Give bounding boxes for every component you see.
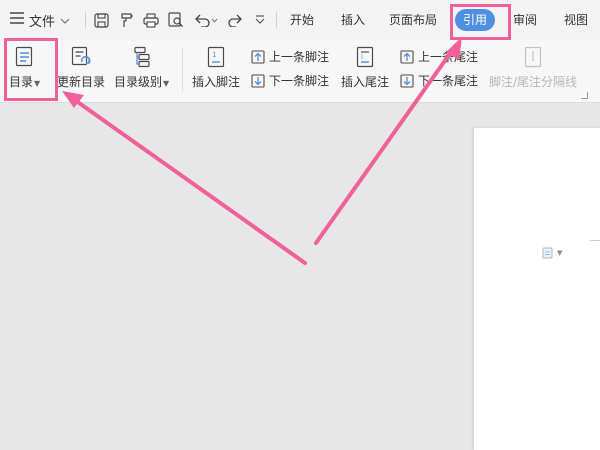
prev-footnote-button[interactable]: 上一条脚注 (251, 48, 329, 65)
undo-button[interactable] (193, 9, 219, 31)
prev-footnote-label: 上一条脚注 (269, 50, 330, 64)
tab-insert[interactable]: 插入 (341, 10, 365, 30)
footnote-separator-button[interactable]: 脚注/尾注分隔线 (489, 46, 577, 90)
insert-endnote-button[interactable]: i 插入尾注 (341, 46, 389, 90)
chevron-down-icon (60, 13, 70, 28)
svg-text:1: 1 (212, 51, 216, 59)
insert-footnote-button[interactable]: 1 插入脚注 (192, 46, 240, 90)
toc-level-icon (133, 46, 150, 68)
paste-options-button[interactable]: ▼ (542, 246, 562, 259)
ribbon-expand-icon[interactable] (581, 92, 588, 99)
toc-level-label: 目录级别 (114, 75, 163, 89)
footnote-separator-label: 脚注/尾注分隔线 (489, 75, 578, 89)
update-toc-label: 更新目录 (57, 75, 106, 89)
toc-level-button[interactable]: 目录级别▼ (114, 46, 169, 90)
svg-text:i: i (361, 53, 363, 61)
next-endnote-label: 下一条尾注 (418, 74, 479, 88)
highlight-references-tab-box (450, 4, 511, 40)
print-button[interactable] (141, 9, 161, 31)
insert-endnote-label: 插入尾注 (341, 75, 390, 89)
hamburger-icon (10, 12, 24, 28)
tab-view[interactable]: 视图 (564, 10, 588, 30)
format-painter-icon (120, 13, 133, 27)
app-window: 文件 开始 插入 页面布局 引用 审阅 视图 目录▼ 更新目录 目录级别▼ 1 … (0, 0, 600, 450)
save-icon (93, 12, 109, 28)
insert-footnote-label: 插入脚注 (192, 75, 241, 89)
file-menu[interactable]: 文件 (10, 9, 70, 31)
print-preview-icon (168, 12, 183, 27)
arrow-down-icon (251, 73, 265, 88)
ribbon-references: 目录▼ 更新目录 目录级别▼ 1 插入脚注 上一条脚注 下一条脚注 i 插入尾注 (0, 40, 600, 103)
ribbon-group-separator (182, 48, 183, 92)
prev-endnote-label: 上一条尾注 (418, 50, 479, 64)
save-button[interactable] (91, 9, 111, 31)
insert-endnote-icon: i (356, 46, 374, 68)
document-page[interactable]: ▼ (474, 128, 600, 450)
prev-endnote-button[interactable]: 上一条尾注 (400, 48, 478, 65)
paste-options-icon (542, 247, 553, 259)
format-painter-button[interactable] (116, 9, 136, 31)
next-endnote-button[interactable]: 下一条尾注 (400, 72, 478, 89)
page-margin-mark (590, 240, 600, 241)
print-icon (143, 12, 159, 28)
arrow-up-icon (251, 49, 265, 64)
arrow-up-icon (400, 49, 414, 64)
footnote-separator-icon (524, 46, 542, 68)
tab-review[interactable]: 审阅 (513, 10, 537, 30)
document-area[interactable]: ▼ (0, 103, 600, 450)
more-button[interactable] (250, 9, 270, 31)
file-menu-label: 文件 (29, 14, 56, 30)
caret-down-icon: ▼ (557, 248, 563, 257)
next-footnote-button[interactable]: 下一条脚注 (251, 72, 329, 89)
highlight-toc-box (4, 38, 58, 101)
insert-footnote-icon: 1 (207, 46, 225, 68)
toolbar-separator (85, 12, 86, 28)
next-footnote-label: 下一条脚注 (269, 74, 330, 88)
tab-page-layout[interactable]: 页面布局 (389, 10, 437, 30)
arrow-down-icon (400, 73, 414, 88)
update-toc-button[interactable]: 更新目录 (57, 46, 105, 90)
toolbar-separator (276, 12, 277, 28)
print-preview-button[interactable] (166, 9, 186, 31)
more-icon (255, 15, 265, 24)
update-toc-icon (71, 46, 91, 66)
tab-home[interactable]: 开始 (290, 10, 314, 30)
undo-icon (195, 14, 218, 27)
redo-icon (227, 14, 242, 27)
redo-button[interactable] (225, 9, 245, 31)
caret-down-icon: ▼ (163, 79, 170, 88)
